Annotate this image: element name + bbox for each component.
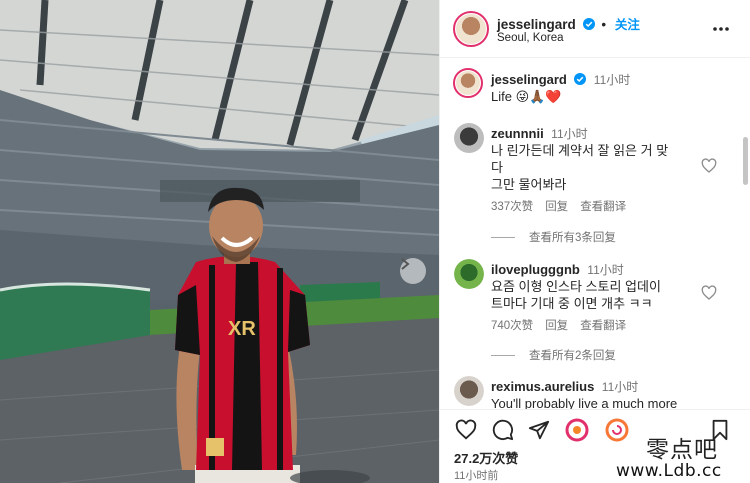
avatar[interactable] (454, 376, 484, 406)
comment-time: 11小时 (587, 263, 624, 277)
comment-line: 그만 물어봐라 (491, 177, 567, 192)
comment-header: zeunnnii 11小时 (491, 125, 588, 143)
avatar[interactable] (453, 11, 489, 47)
replies-divider (491, 236, 515, 238)
comment-likes[interactable]: 740次赞 (491, 320, 533, 332)
comment-line: 나 린가든데 계약서 잘 읽은 거 맞 (491, 143, 669, 158)
svg-text:XR: XR (228, 318, 256, 340)
header-username[interactable]: jesselingard (497, 17, 576, 32)
view-replies-label: 查看所有3条回复 (529, 232, 616, 244)
stadium-scene: XR (0, 0, 439, 483)
comment-line: 트마다 기대 중 이면 개추 ㅋㅋ (491, 296, 653, 311)
caption-time: 11小时 (593, 73, 631, 87)
post-sidebar: jesselingard • 关注 Seoul, Korea jesseling… (439, 0, 750, 483)
avatar[interactable] (454, 123, 484, 153)
comment-like-heart-icon[interactable] (701, 285, 717, 301)
comment-bubble-icon (492, 419, 514, 441)
follow-button[interactable]: 关注 (615, 18, 640, 32)
verified-badge-icon (574, 73, 587, 85)
share-button[interactable] (527, 418, 551, 442)
comment-header: iloveplugggnb 11小时 (491, 261, 624, 279)
comment-line: 요즘 이형 인스타 스토리 업데이 (491, 279, 661, 294)
post-header: jesselingard • 关注 Seoul, Korea (440, 0, 750, 58)
comment-likes[interactable]: 337次赞 (491, 201, 533, 213)
post-timestamp: 11小时前 (454, 470, 499, 482)
paper-plane-icon (528, 420, 550, 440)
caption-text: Life 😜🙏🏾❤️ (491, 89, 562, 104)
like-button[interactable] (454, 418, 478, 442)
comment-like-heart-icon[interactable] (701, 158, 717, 174)
comments-scrollbar[interactable] (743, 137, 748, 185)
chevron-right-icon (401, 258, 410, 270)
see-translation-button[interactable]: 查看翻译 (580, 320, 626, 332)
verified-badge-icon (582, 18, 595, 30)
comments-list[interactable]: jesselingard 11小时 Life 😜🙏🏾❤️ zeunnnii 11… (440, 59, 750, 409)
location-link[interactable]: Seoul, Korea (497, 32, 564, 44)
caption-username[interactable]: jesselingard (491, 72, 567, 87)
replies-divider (491, 354, 515, 356)
comment-time: 11小时 (601, 380, 639, 394)
post-photo[interactable]: XR (0, 0, 439, 483)
see-translation-button[interactable]: 查看翻译 (580, 201, 626, 213)
comment-line: 다 (491, 160, 503, 175)
like-count[interactable]: 27.2万次赞 (454, 448, 518, 467)
view-replies-label: 查看所有2条回复 (529, 350, 616, 362)
add-to-story-button[interactable] (605, 418, 629, 442)
view-replies-button[interactable]: 查看所有3条回复 (491, 229, 616, 245)
more-options-icon[interactable] (711, 19, 731, 39)
watermark-url: www.Ldb.cc (616, 461, 722, 481)
comment-button[interactable] (491, 418, 515, 442)
comment-meta: 740次赞 回复 查看翻译 (491, 317, 638, 333)
comment-time: 11小时 (551, 127, 588, 141)
caption-header: jesselingard 11小时 (491, 71, 630, 89)
carousel-next-button[interactable] (400, 258, 426, 284)
refresh-icon (605, 418, 629, 442)
view-replies-button[interactable]: 查看所有2条回复 (491, 347, 616, 363)
comment-username[interactable]: reximus.aurelius (491, 379, 594, 394)
avatar[interactable] (454, 259, 484, 289)
separator-dot: • (601, 17, 607, 32)
watermark-chinese: 零点吧 (646, 437, 718, 463)
reply-button[interactable]: 回复 (545, 201, 568, 213)
comment-meta: 337次赞 回复 查看翻译 (491, 198, 638, 214)
comment-line: You'll probably live a much more (491, 396, 678, 409)
remix-icon (565, 418, 589, 442)
reply-button[interactable]: 回复 (545, 320, 568, 332)
remix-button[interactable] (565, 418, 589, 442)
comment-username[interactable]: iloveplugggnb (491, 262, 580, 277)
comment-username[interactable]: zeunnnii (491, 126, 544, 141)
heart-icon (455, 419, 477, 440)
caption-avatar[interactable] (453, 68, 483, 98)
comment-header: reximus.aurelius 11小时 (491, 378, 638, 396)
